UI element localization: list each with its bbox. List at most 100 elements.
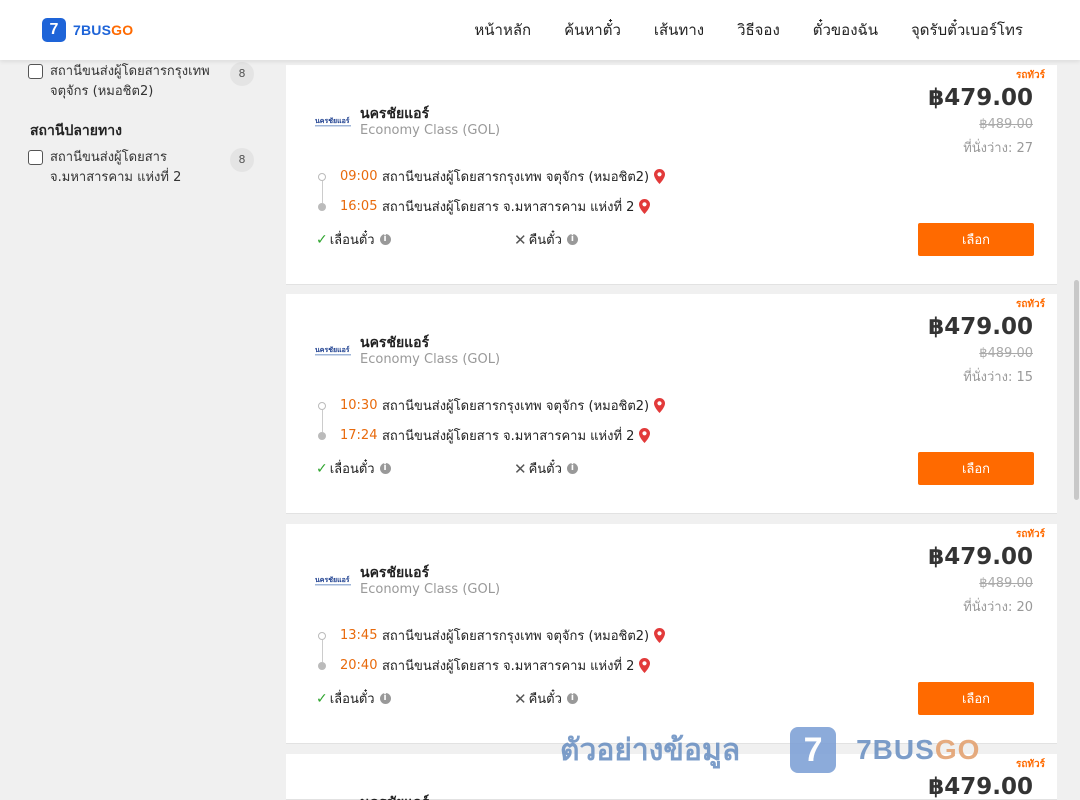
map-pin-icon[interactable] [654,169,666,184]
info-icon[interactable]: i [566,234,578,245]
departure-station: สถานีขนส่งผู้โดยสารกรุงเทพ จตุจักร (หมอช… [382,399,650,414]
operator-logo-icon: นครชัยแอร์ [314,116,352,127]
departure-station: สถานีขนส่งผู้โดยสารกรุงเทพ จตุจักร (หมอช… [382,170,650,185]
cross-icon: ✕ [514,459,527,478]
route-timeline [318,632,326,670]
info-icon[interactable]: i [379,463,391,474]
trip-card: รถทัวร์ นครชัยแอร์ นครชัยแอร์ Economy Cl… [286,65,1057,285]
reschedule-label: เลื่อนตั๋ว [329,233,375,248]
refund-policy: ✕ คืนตั๋ว i [514,458,578,479]
info-icon[interactable]: i [566,463,578,474]
operator-name: นครชัยแอร์ [360,792,429,800]
origin-filter-checkbox[interactable] [28,64,43,79]
arrival-time: 16:05 [340,199,378,214]
site-logo[interactable]: 7 7BUSGO [42,18,133,42]
trip-card: รถทัวร์ นครชัยแอร์ นครชัยแอร์ Economy Cl… [286,294,1057,514]
route-timeline [318,173,326,211]
destination-filter-label: สถานีขนส่งผู้โดยสาร จ.มหาสารคาม แห่งที่ … [50,150,182,185]
destination-filter-option[interactable]: สถานีขนส่งผู้โดยสาร จ.มหาสารคาม แห่งที่ … [28,148,254,188]
arrival-station: สถานีขนส่งผู้โดยสาร จ.มหาสารคาม แห่งที่ … [382,200,635,215]
refund-policy: ✕ คืนตั๋ว i [514,229,578,250]
destination-filter-checkbox[interactable] [28,150,43,165]
arrival-time: 20:40 [340,658,378,673]
select-trip-button[interactable]: เลือก [918,452,1034,485]
price: ฿479.00 [928,85,1033,111]
cross-icon: ✕ [514,230,527,249]
price: ฿479.00 [928,774,1033,800]
svg-text:นครชัยแอร์: นครชัยแอร์ [315,575,350,584]
top-header: 7 7BUSGO หน้าหลัก ค้นหาตั๋ว เส้นทาง วิธี… [0,0,1080,60]
bus-type-tag: รถทัวร์ [1015,299,1045,310]
refund-label: คืนตั๋ว [528,462,562,477]
seats-available: ที่นั่งว่าง: 20 [963,600,1033,615]
bus-type-tag: รถทัวร์ [1015,70,1045,81]
nav-my-tickets[interactable]: ตั๋วของฉัน [813,18,878,42]
watermark-text: ตัวอย่างข้อมูล [560,732,741,768]
seats-available: ที่นั่งว่าง: 27 [963,141,1033,156]
map-pin-icon[interactable] [639,658,651,673]
svg-text:นครชัยแอร์: นครชัยแอร์ [315,116,350,125]
price: ฿479.00 [928,544,1033,570]
reschedule-label: เลื่อนตั๋ว [329,462,375,477]
refund-label: คืนตั๋ว [528,692,562,707]
operator-name: นครชัยแอร์ [360,335,430,351]
filter-sidebar: สถานีขนส่งผู้โดยสารกรุงเทพ จตุจักร (หมอช… [0,60,270,800]
origin-filter-count: 8 [230,62,254,86]
nav-routes[interactable]: เส้นทาง [654,18,704,42]
refund-policy: ✕ คืนตั๋ว i [514,688,578,709]
page-scrollbar-thumb[interactable] [1074,280,1079,500]
info-icon[interactable]: i [379,234,391,245]
watermark-brand: 7BUSGO [856,734,981,765]
arrival-station: สถานีขนส่งผู้โดยสาร จ.มหาสารคาม แห่งที่ … [382,659,635,674]
old-price: ฿489.00 [979,576,1033,591]
map-pin-icon[interactable] [654,398,666,413]
select-trip-button[interactable]: เลือก [918,682,1034,715]
operator-name: นครชัยแอร์ [360,565,430,581]
refund-label: คืนตั๋ว [528,233,562,248]
seat-class: Economy Class (GOL) [360,352,501,367]
cross-icon: ✕ [514,689,527,708]
watermark-logo-badge: 7 [790,727,837,773]
arrival-station: สถานีขนส่งผู้โดยสาร จ.มหาสารคาม แห่งที่ … [382,429,635,444]
logo-badge: 7 [42,18,66,42]
map-pin-icon[interactable] [639,428,651,443]
destination-filter-count: 8 [230,148,254,172]
departure-stop: 09:00 สถานีขนส่งผู้โดยสารกรุงเทพ จตุจักร… [340,166,666,187]
sample-data-watermark: ตัวอย่างข้อมูล 7 7BUSGO [560,724,980,776]
main-nav: หน้าหลัก ค้นหาตั๋ว เส้นทาง วิธีจอง ตั๋วข… [441,0,1023,60]
arrival-stop: 20:40 สถานีขนส่งผู้โดยสาร จ.มหาสารคาม แห… [340,655,651,676]
info-icon[interactable]: i [566,693,578,704]
page-scrollbar-track[interactable] [1073,60,1080,800]
nav-search-tickets[interactable]: ค้นหาตั๋ว [564,18,621,42]
arrival-stop: 16:05 สถานีขนส่งผู้โดยสาร จ.มหาสารคาม แห… [340,196,651,217]
svg-text:นครชัยแอร์: นครชัยแอร์ [315,345,350,354]
origin-filter-label: สถานีขนส่งผู้โดยสารกรุงเทพ จตุจักร (หมอช… [50,64,210,99]
trip-card: รถทัวร์ นครชัยแอร์ นครชัยแอร์ Economy Cl… [286,524,1057,744]
nav-how-to-book[interactable]: วิธีจอง [737,18,780,42]
departure-stop: 13:45 สถานีขนส่งผู้โดยสารกรุงเทพ จตุจักร… [340,625,666,646]
seat-class: Economy Class (GOL) [360,582,501,597]
arrival-time: 17:24 [340,428,378,443]
origin-filter-option[interactable]: สถานีขนส่งผู้โดยสารกรุงเทพ จตุจักร (หมอช… [28,62,254,102]
nav-pickup-points[interactable]: จุดรับตั๋วเบอร์โทร [911,18,1023,42]
arrival-stop: 17:24 สถานีขนส่งผู้โดยสาร จ.มหาสารคาม แห… [340,425,651,446]
seats-available: ที่นั่งว่าง: 15 [963,370,1033,385]
check-icon: ✓ [316,460,328,477]
map-pin-icon[interactable] [654,628,666,643]
bus-type-tag: รถทัวร์ [1015,759,1045,770]
departure-time: 09:00 [340,169,378,184]
old-price: ฿489.00 [979,346,1033,361]
route-timeline [318,402,326,440]
logo-text: 7BUSGO [73,22,134,38]
map-pin-icon[interactable] [639,199,651,214]
reschedule-policy: ✓ เลื่อนตั๋ว i [316,458,391,479]
departure-station: สถานีขนส่งผู้โดยสารกรุงเทพ จตุจักร (หมอช… [382,629,650,644]
bus-type-tag: รถทัวร์ [1015,529,1045,540]
select-trip-button[interactable]: เลือก [918,223,1034,256]
check-icon: ✓ [316,231,328,248]
info-icon[interactable]: i [379,693,391,704]
reschedule-policy: ✓ เลื่อนตั๋ว i [316,229,391,250]
departure-time: 13:45 [340,628,378,643]
nav-home[interactable]: หน้าหลัก [474,18,531,42]
reschedule-policy: ✓ เลื่อนตั๋ว i [316,688,391,709]
